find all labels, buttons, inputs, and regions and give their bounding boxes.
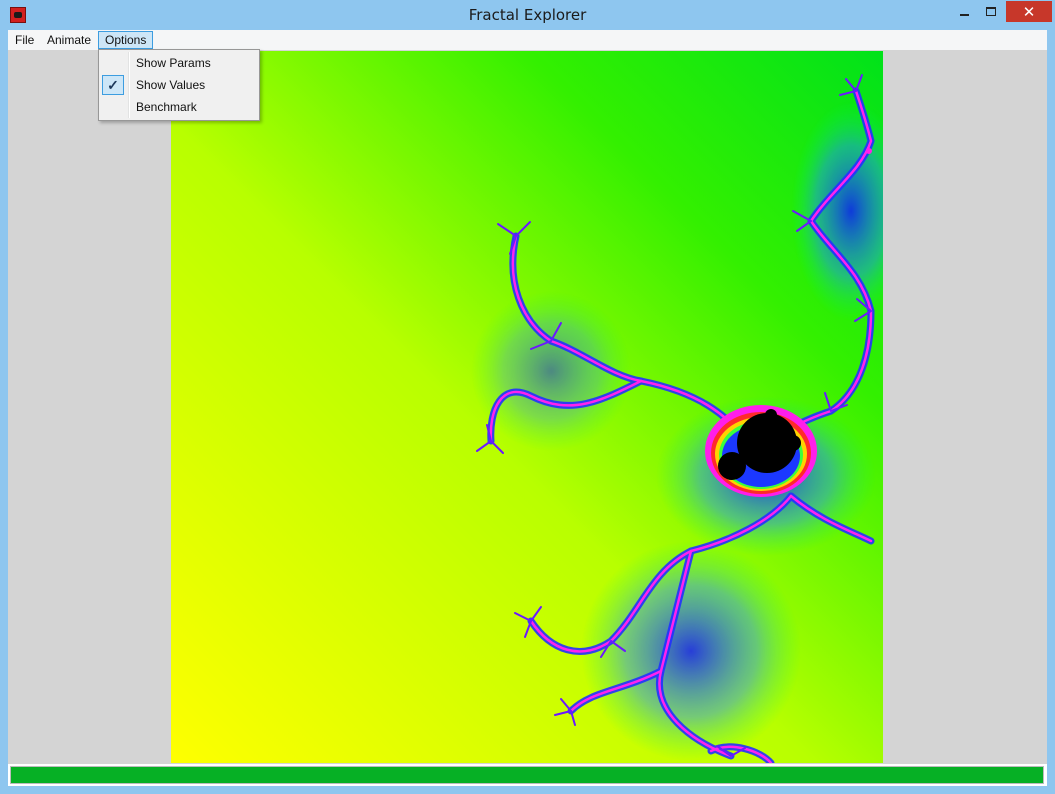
progress-fill [11, 767, 1043, 783]
app-window: Fractal Explorer ✕ File Animate Options [0, 0, 1055, 794]
minimize-button[interactable] [951, 1, 978, 22]
menu-item-show-values[interactable]: ✓ Show Values [101, 74, 257, 96]
options-dropdown: Show Params ✓ Show Values Benchmark [98, 49, 260, 121]
menu-item-benchmark[interactable]: Benchmark [101, 96, 257, 118]
checkmark-icon: ✓ [102, 75, 124, 95]
menu-file[interactable]: File [9, 31, 40, 49]
progress-bar [10, 766, 1044, 784]
render-area [8, 50, 1047, 764]
window-title: Fractal Explorer [468, 6, 587, 24]
minimize-icon [960, 13, 969, 16]
close-button[interactable]: ✕ [1006, 1, 1052, 22]
menu-options[interactable]: Options [98, 31, 154, 49]
menu-item-label: Show Params [136, 56, 211, 70]
title-bar[interactable]: Fractal Explorer ✕ [0, 0, 1055, 30]
maximize-icon [986, 7, 996, 16]
fractal-canvas[interactable] [171, 51, 883, 763]
menu-item-show-params[interactable]: Show Params [101, 52, 257, 74]
menu-item-label: Benchmark [136, 100, 197, 114]
maximize-button[interactable] [978, 1, 1004, 22]
client-area: File Animate Options [8, 30, 1047, 786]
menu-item-label: Show Values [136, 78, 206, 92]
status-strip [8, 764, 1047, 786]
fractal-image [171, 51, 883, 763]
menu-animate[interactable]: Animate [41, 31, 97, 49]
menu-bar: File Animate Options [8, 30, 1047, 50]
close-icon: ✕ [1022, 2, 1036, 21]
